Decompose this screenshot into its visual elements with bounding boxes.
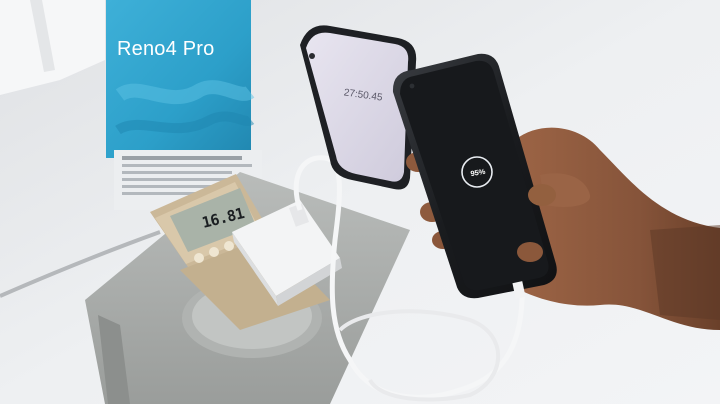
finger xyxy=(517,242,543,262)
camera-hole-icon xyxy=(409,83,415,89)
box-brand-text: Reno4 Pro xyxy=(117,38,215,60)
front-camera-icon xyxy=(309,53,315,59)
meter-button xyxy=(209,247,219,257)
meter-button xyxy=(224,241,234,251)
meter-button xyxy=(194,253,204,263)
photo-svg xyxy=(0,0,720,404)
finger xyxy=(528,184,556,206)
photo-scene: Reno4 Pro 16.81 27:50.45 95% xyxy=(0,0,720,404)
